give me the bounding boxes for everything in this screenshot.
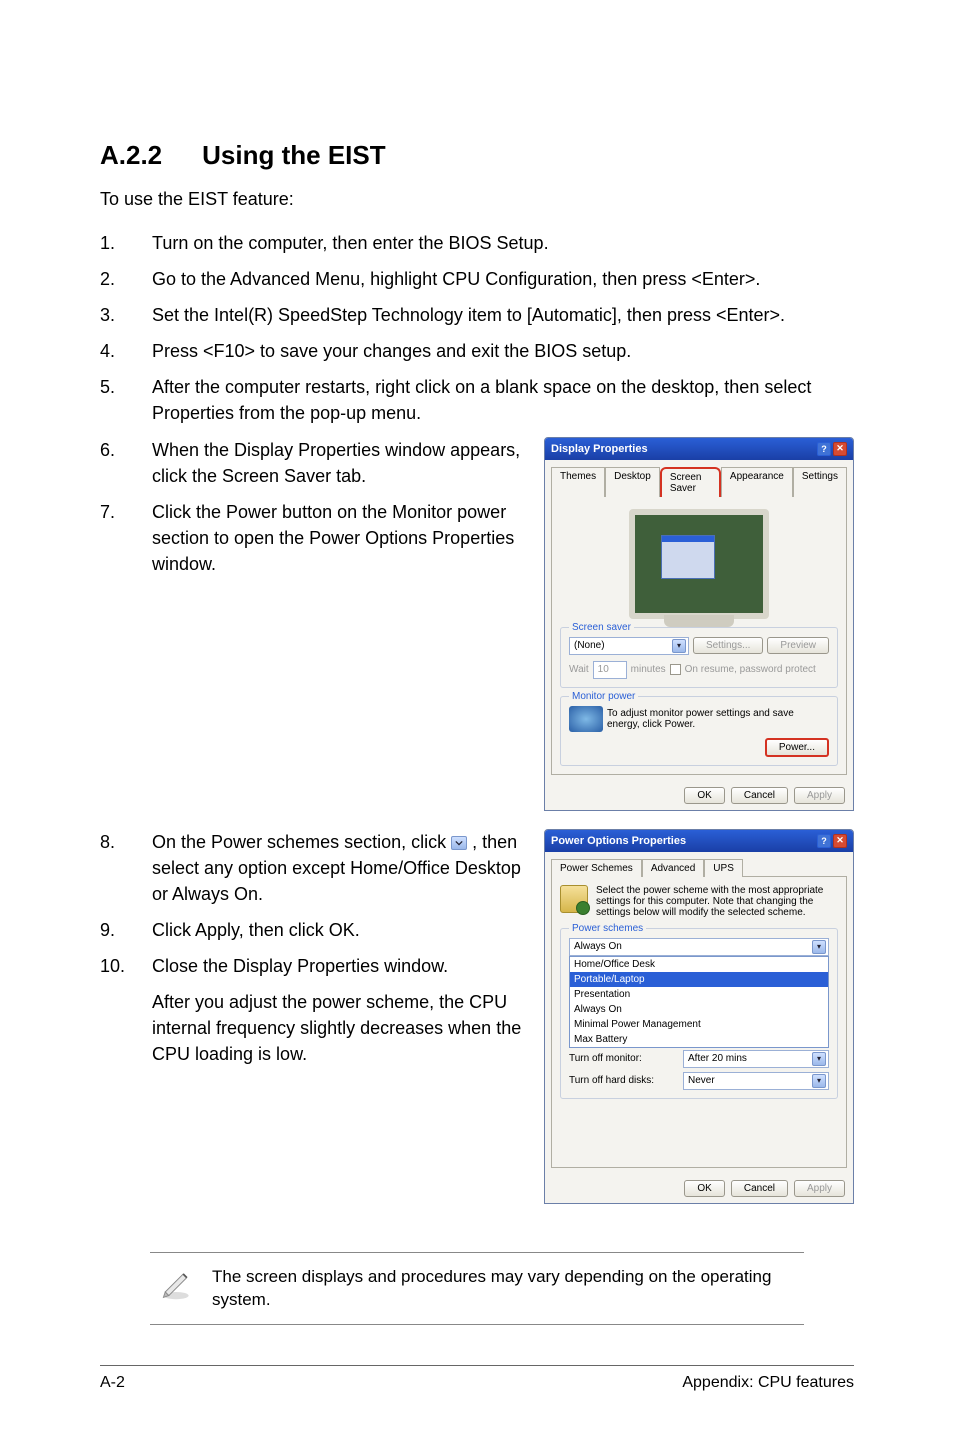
ok-button[interactable]: OK bbox=[684, 787, 724, 804]
step-9: 9.Click Apply, then click OK. bbox=[100, 917, 524, 943]
monitor-preview bbox=[629, 509, 769, 619]
option-minimal-power[interactable]: Minimal Power Management bbox=[570, 1017, 828, 1032]
screensaver-select[interactable]: (None) ▾ bbox=[569, 637, 689, 655]
dialog-title: Power Options Properties bbox=[551, 835, 686, 847]
apply-button[interactable]: Apply bbox=[794, 787, 845, 804]
heading-number: A.2.2 bbox=[100, 140, 162, 171]
option-portable-laptop[interactable]: Portable/Laptop bbox=[570, 972, 828, 987]
step-7: 7.Click the Power button on the Monitor … bbox=[100, 499, 524, 577]
note-text: The screen displays and procedures may v… bbox=[212, 1265, 796, 1313]
preview-button[interactable]: Preview bbox=[767, 637, 829, 654]
tab-desktop[interactable]: Desktop bbox=[605, 467, 660, 497]
footer-section: Appendix: CPU features bbox=[682, 1374, 854, 1392]
power-scheme-select[interactable]: Always On ▾ bbox=[569, 938, 829, 956]
chevron-down-icon: ▾ bbox=[812, 1052, 826, 1066]
chevron-down-icon bbox=[451, 836, 467, 850]
monitor-power-text: To adjust monitor power settings and sav… bbox=[607, 708, 829, 730]
power-schemes-legend: Power schemes bbox=[569, 923, 646, 934]
power-scheme-options: Home/Office Desk Portable/Laptop Present… bbox=[569, 956, 829, 1048]
cancel-button[interactable]: Cancel bbox=[731, 1180, 788, 1197]
footer-page-number: A-2 bbox=[100, 1374, 125, 1392]
power-button[interactable]: Power... bbox=[765, 738, 829, 757]
step-6: 6.When the Display Properties window app… bbox=[100, 437, 524, 489]
display-properties-dialog: Display Properties ? ✕ Themes Desktop Sc… bbox=[544, 437, 854, 811]
heading-title: Using the EIST bbox=[202, 140, 385, 170]
step-5: 5.After the computer restarts, right cli… bbox=[100, 374, 854, 426]
step-8: 8. On the Power schemes section, click ,… bbox=[100, 829, 524, 907]
wait-spinner[interactable]: 10 bbox=[593, 661, 627, 679]
step-4: 4.Press <F10> to save your changes and e… bbox=[100, 338, 854, 364]
step-3: 3.Set the Intel(R) SpeedStep Technology … bbox=[100, 302, 854, 328]
steps-list-1: 1.Turn on the computer, then enter the B… bbox=[100, 230, 854, 427]
turn-off-monitor-label: Turn off monitor: bbox=[569, 1053, 679, 1064]
screensaver-legend: Screen saver bbox=[569, 622, 634, 633]
apply-button[interactable]: Apply bbox=[794, 1180, 845, 1197]
tab-strip: Themes Desktop Screen Saver Appearance S… bbox=[545, 460, 853, 496]
section-heading: A.2.2 Using the EIST bbox=[100, 140, 854, 171]
option-always-on[interactable]: Always On bbox=[570, 1002, 828, 1017]
energy-star-icon bbox=[569, 706, 603, 732]
step-1: 1.Turn on the computer, then enter the B… bbox=[100, 230, 854, 256]
dialog-title: Display Properties bbox=[551, 443, 648, 455]
page-footer: A-2 Appendix: CPU features bbox=[100, 1365, 854, 1392]
wait-label: Wait bbox=[569, 664, 589, 675]
resume-checkbox[interactable] bbox=[670, 664, 681, 675]
settings-button[interactable]: Settings... bbox=[693, 637, 763, 654]
turn-off-hd-select[interactable]: Never ▾ bbox=[683, 1072, 829, 1090]
chevron-down-icon: ▾ bbox=[812, 940, 826, 954]
power-options-dialog: Power Options Properties ? ✕ Power Schem… bbox=[544, 829, 854, 1204]
tab-screen-saver[interactable]: Screen Saver bbox=[660, 467, 721, 497]
help-icon[interactable]: ? bbox=[817, 834, 831, 848]
step-10: 10.Close the Display Properties window. bbox=[100, 953, 524, 979]
resume-label: On resume, password protect bbox=[685, 664, 816, 675]
intro-text: To use the EIST feature: bbox=[100, 189, 854, 210]
option-max-battery[interactable]: Max Battery bbox=[570, 1032, 828, 1047]
power-schemes-desc: Select the power scheme with the most ap… bbox=[596, 885, 838, 918]
tab-themes[interactable]: Themes bbox=[551, 467, 605, 497]
note-block: The screen displays and procedures may v… bbox=[150, 1252, 804, 1326]
tab-advanced[interactable]: Advanced bbox=[642, 859, 704, 877]
cancel-button[interactable]: Cancel bbox=[731, 787, 788, 804]
chevron-down-icon: ▾ bbox=[672, 639, 686, 653]
tab-settings[interactable]: Settings bbox=[793, 467, 847, 497]
wait-unit: minutes bbox=[631, 664, 666, 675]
step-2: 2.Go to the Advanced Menu, highlight CPU… bbox=[100, 266, 854, 292]
option-presentation[interactable]: Presentation bbox=[570, 987, 828, 1002]
after-text: After you adjust the power scheme, the C… bbox=[100, 989, 524, 1067]
ok-button[interactable]: OK bbox=[684, 1180, 724, 1197]
tab-appearance[interactable]: Appearance bbox=[721, 467, 793, 497]
turn-off-monitor-select[interactable]: After 20 mins ▾ bbox=[683, 1050, 829, 1068]
steps-list-2: 8. On the Power schemes section, click ,… bbox=[100, 829, 524, 1068]
battery-icon bbox=[560, 885, 588, 913]
monitor-power-legend: Monitor power bbox=[569, 691, 638, 702]
chevron-down-icon: ▾ bbox=[812, 1074, 826, 1088]
tab-ups[interactable]: UPS bbox=[704, 859, 743, 877]
option-home-office[interactable]: Home/Office Desk bbox=[570, 957, 828, 972]
close-icon[interactable]: ✕ bbox=[833, 442, 847, 456]
close-icon[interactable]: ✕ bbox=[833, 834, 847, 848]
turn-off-hd-label: Turn off hard disks: bbox=[569, 1075, 679, 1086]
help-icon[interactable]: ? bbox=[817, 442, 831, 456]
tab-power-schemes[interactable]: Power Schemes bbox=[551, 859, 642, 877]
steps-list-1b: 6.When the Display Properties window app… bbox=[100, 437, 524, 577]
pencil-note-icon bbox=[158, 1265, 194, 1306]
